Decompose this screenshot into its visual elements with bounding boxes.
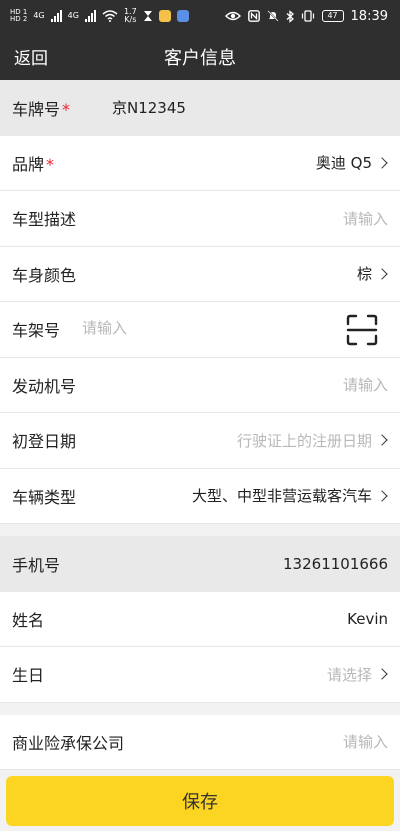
vibrate-icon bbox=[301, 10, 314, 22]
wifi-icon bbox=[102, 10, 118, 22]
app-notification-icon bbox=[158, 10, 171, 22]
bluetooth-icon bbox=[286, 9, 294, 23]
engine-no-row[interactable]: 发动机号 请输入 bbox=[0, 357, 400, 413]
engine-no-label: 发动机号 bbox=[12, 376, 77, 396]
section-gap-2 bbox=[0, 702, 400, 715]
reg-date-label: 初登日期 bbox=[12, 432, 77, 452]
model-desc-row[interactable]: 车型描述 请输入 bbox=[0, 191, 400, 247]
net1-label: 4G bbox=[33, 11, 45, 20]
signal-icon-2 bbox=[84, 10, 96, 22]
net2-label: 4G bbox=[67, 11, 79, 20]
model-desc-label: 车型描述 bbox=[12, 210, 77, 230]
chevron-right-icon bbox=[376, 668, 388, 680]
sim2-label: HD 2 bbox=[10, 15, 28, 23]
signal-icon bbox=[50, 10, 62, 22]
save-button[interactable]: 保存 bbox=[6, 776, 394, 826]
insurer-input[interactable]: 请输入 bbox=[343, 731, 388, 752]
status-left: HD 1 HD 2 4G 4G 1.7 K/s bbox=[10, 8, 189, 24]
phone-value: 13261101666 bbox=[283, 554, 388, 573]
hourglass-icon bbox=[143, 11, 152, 21]
section-gap bbox=[0, 524, 400, 536]
brand-value: 奥迪 Q5 bbox=[316, 152, 388, 173]
phone-label: 手机号 bbox=[12, 555, 61, 575]
app-notification-icon-2 bbox=[176, 10, 189, 22]
reg-date-value: 行驶证上的注册日期 bbox=[237, 430, 388, 451]
clock: 18:39 bbox=[350, 8, 388, 24]
vin-row: 车架号 bbox=[0, 302, 400, 358]
battery-icon: 47 bbox=[321, 10, 344, 22]
reg-date-row[interactable]: 初登日期 行驶证上的注册日期 bbox=[0, 413, 400, 469]
mute-icon bbox=[266, 10, 279, 22]
status-right: 47 18:39 bbox=[224, 7, 388, 25]
name-row[interactable]: 姓名 Kevin bbox=[0, 591, 400, 647]
model-desc-input[interactable]: 请输入 bbox=[343, 208, 388, 229]
brand-row[interactable]: 品牌 * 奥迪 Q5 bbox=[0, 135, 400, 191]
status-bar: HD 1 HD 2 4G 4G 1.7 K/s 47 18:39 bbox=[0, 0, 400, 32]
reg-date-placeholder: 行驶证上的注册日期 bbox=[236, 431, 372, 450]
speed-unit: K/s bbox=[124, 15, 137, 24]
body-color-value: 棕 bbox=[357, 263, 388, 284]
vehicle-type-label: 车辆类型 bbox=[12, 487, 77, 507]
name-label: 姓名 bbox=[12, 610, 45, 630]
name-value[interactable]: Kevin bbox=[347, 610, 388, 628]
net-speed: 1.7 K/s bbox=[124, 8, 137, 24]
birthday-placeholder: 请选择 bbox=[326, 665, 372, 684]
brand-label-text: 品牌 bbox=[12, 154, 45, 174]
required-marker: * bbox=[46, 154, 55, 174]
vin-input[interactable] bbox=[82, 319, 302, 337]
chevron-right-icon bbox=[376, 157, 388, 169]
sim-labels: HD 1 HD 2 bbox=[10, 9, 27, 23]
required-marker: * bbox=[62, 99, 71, 119]
vehicle-type-row[interactable]: 车辆类型 大型、中型非营运载客汽车 bbox=[0, 468, 400, 524]
birthday-label: 生日 bbox=[12, 666, 45, 686]
engine-no-input[interactable]: 请输入 bbox=[343, 374, 388, 395]
brand-value-text: 奥迪 Q5 bbox=[315, 154, 372, 173]
phone-row[interactable]: 手机号 13261101666 bbox=[0, 536, 400, 592]
insurer-label: 商业险承保公司 bbox=[12, 733, 125, 753]
insurer-row[interactable]: 商业险承保公司 请输入 bbox=[0, 714, 400, 770]
plate-row[interactable]: 车牌号 * 京N12345 bbox=[0, 80, 400, 136]
chevron-right-icon bbox=[376, 490, 388, 502]
nav-bar: 返回 客户信息 bbox=[0, 32, 400, 80]
vehicle-type-value: 大型、中型非营运载客汽车 bbox=[192, 485, 388, 506]
page-title: 客户信息 bbox=[164, 48, 236, 69]
customer-form: 车牌号 * 京N12345 品牌 * 奥迪 Q5 车型描述 请输入 车身颜色 棕 车… bbox=[0, 80, 400, 770]
plate-label-text: 车牌号 bbox=[12, 99, 61, 119]
chevron-right-icon bbox=[376, 268, 388, 280]
plate-value: 京N12345 bbox=[112, 99, 186, 118]
vehicle-type-value-text: 大型、中型非营运载客汽车 bbox=[191, 487, 372, 506]
body-color-label: 车身颜色 bbox=[12, 265, 77, 285]
nfc-icon bbox=[247, 10, 260, 22]
plate-label: 车牌号 * bbox=[12, 96, 70, 120]
save-bar: 保存 bbox=[0, 770, 400, 831]
body-color-row[interactable]: 车身颜色 棕 bbox=[0, 246, 400, 302]
eye-icon bbox=[224, 11, 241, 21]
chevron-right-icon bbox=[376, 434, 388, 446]
birthday-row[interactable]: 生日 请选择 bbox=[0, 647, 400, 703]
scan-icon[interactable] bbox=[346, 314, 378, 346]
birthday-value: 请选择 bbox=[327, 664, 388, 685]
body-color-value-text: 棕 bbox=[356, 265, 372, 284]
vin-label: 车架号 bbox=[12, 321, 61, 341]
brand-label: 品牌 * bbox=[12, 151, 54, 175]
